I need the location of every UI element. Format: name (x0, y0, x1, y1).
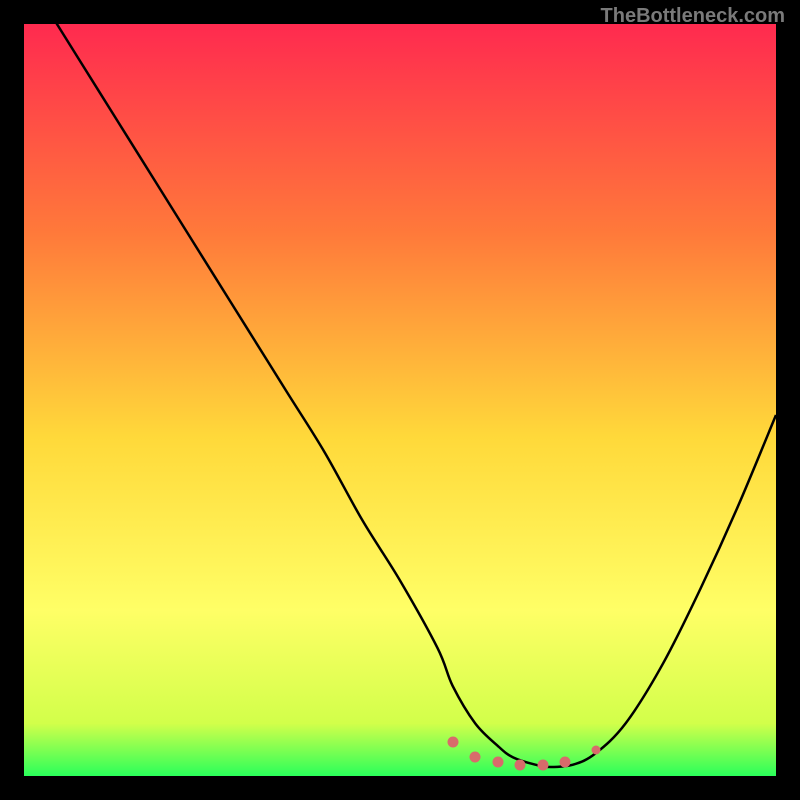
curve-marker (560, 757, 571, 768)
plot-area (24, 24, 776, 776)
curve-marker (470, 752, 481, 763)
curve-marker (591, 745, 600, 754)
curve-marker (537, 759, 548, 770)
watermark-text: TheBottleneck.com (601, 5, 785, 28)
chart-svg (24, 24, 776, 776)
curve-marker (515, 759, 526, 770)
curve-marker (447, 737, 458, 748)
curve-marker (492, 757, 503, 768)
